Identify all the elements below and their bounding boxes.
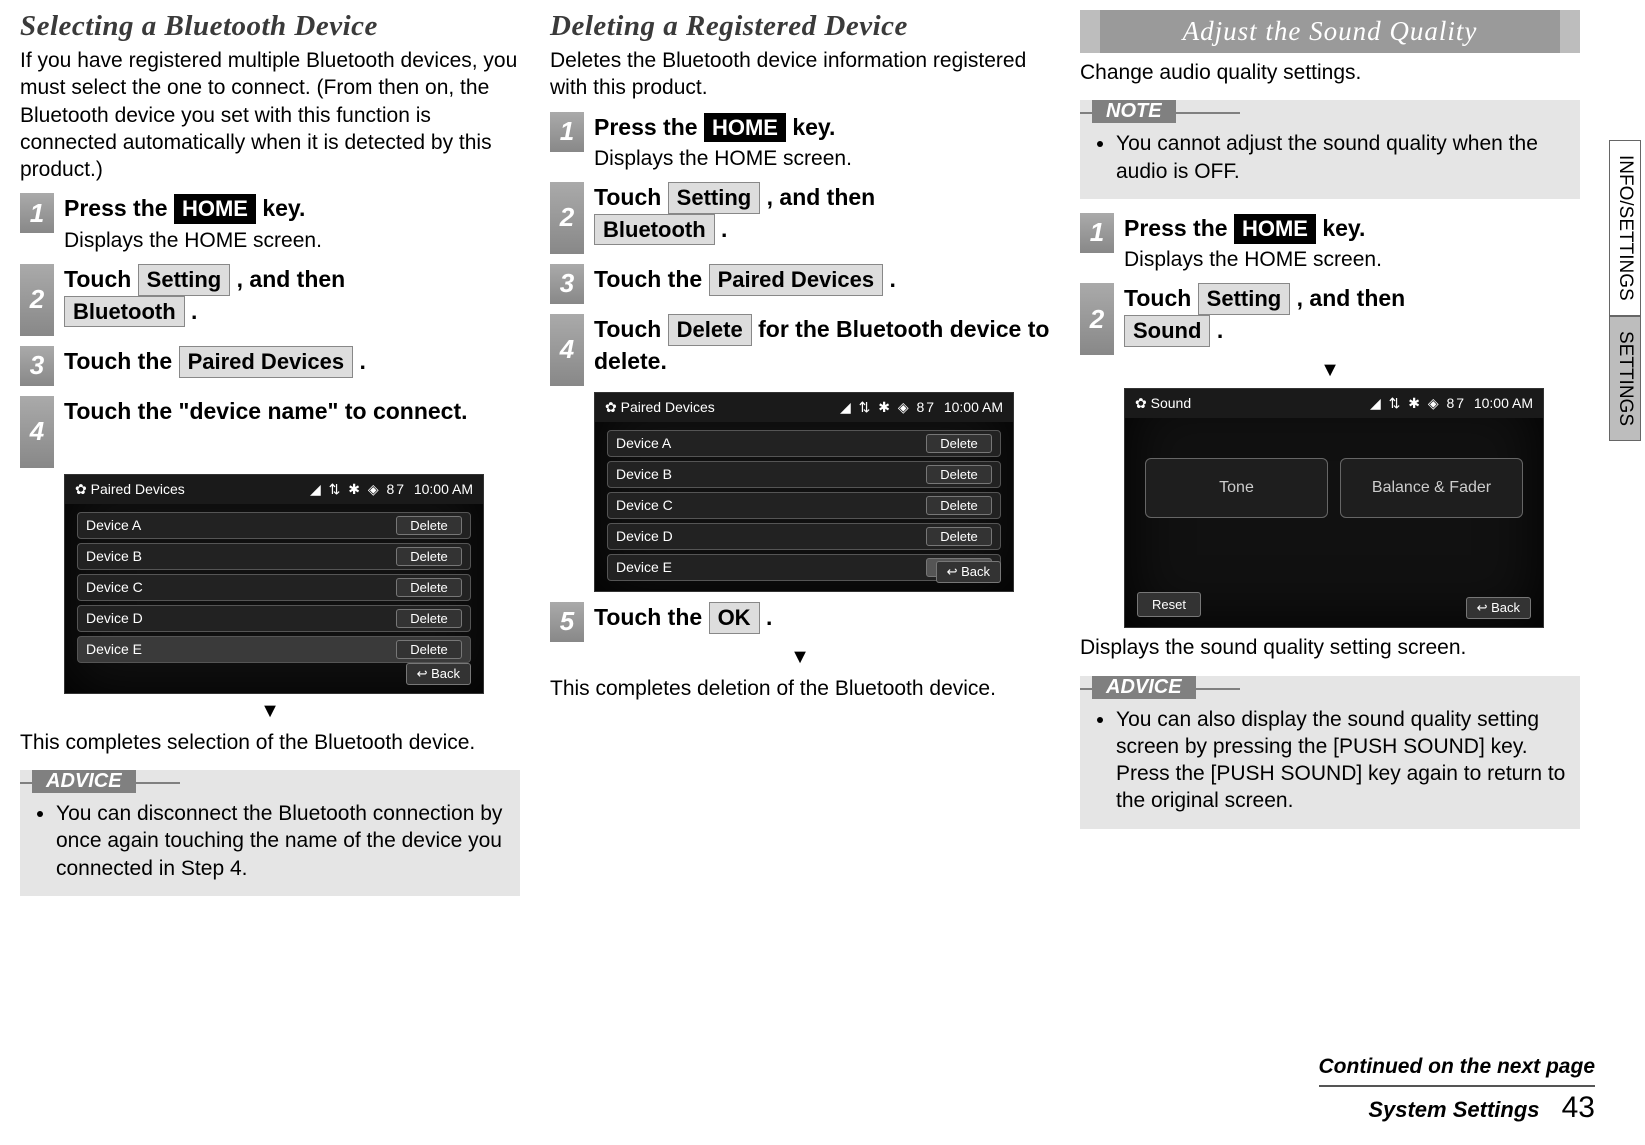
result-text: This completes deletion of the Bluetooth… [550,675,1050,702]
setting-key: Setting [138,264,231,296]
down-arrow-icon: ▼ [20,700,520,723]
delete-button[interactable]: Delete [396,609,462,628]
device-row[interactable]: Device DDelete [607,523,1001,550]
device-row[interactable]: Device EDelete [77,636,471,663]
footer-section: System Settings [1368,1097,1539,1122]
side-tabs: INFO/SETTINGS SETTINGS [1609,140,1641,441]
setting-key: Setting [1198,283,1291,315]
step-1: 1 Press the HOME key. Displays the HOME … [20,193,520,253]
device-row[interactable]: Device DDelete [77,605,471,632]
result-text: This completes selection of the Bluetoot… [20,729,520,756]
screenshot-paired-devices-delete: Paired Devices ◢ ⇅ ✱ ◈ 87 10:00 AM Devic… [594,392,1014,592]
tab-settings[interactable]: SETTINGS [1609,316,1641,441]
delete-button[interactable]: Delete [396,640,462,659]
heading-selecting: Selecting a Bluetooth Device [20,10,520,43]
device-row[interactable]: Device ADelete [607,430,1001,457]
down-arrow-icon: ▼ [550,646,1050,669]
intro-selecting: If you have registered multiple Bluetoot… [20,47,520,183]
heading-deleting: Deleting a Registered Device [550,10,1050,43]
delete-button[interactable]: Delete [396,578,462,597]
screenshot-sound: Sound ◢ ⇅ ✱ ◈ 87 10:00 AM Tone Balance &… [1124,388,1544,628]
tone-button[interactable]: Tone [1145,458,1328,518]
back-button[interactable]: Back [406,663,471,685]
continued-text: Continued on the next page [1319,1055,1596,1079]
delete-key: Delete [668,314,752,346]
tab-info-settings[interactable]: INFO/SETTINGS [1609,140,1641,316]
advice-label: ADVICE [32,770,136,793]
home-key: HOME [704,113,786,143]
device-row[interactable]: Device BDelete [77,543,471,570]
step-3: 3 Touch the Paired Devices . [20,346,520,386]
screenshot-paired-devices-select: Paired Devices ◢ ⇅ ✱ ◈ 87 10:00 AM Devic… [64,474,484,694]
column-sound: Adjust the Sound Quality Change audio qu… [1080,10,1580,910]
delete-button[interactable]: Delete [396,516,462,535]
bluetooth-key: Bluetooth [64,296,185,328]
page-footer: Continued on the next page System Settin… [1319,1055,1596,1125]
column-selecting: Selecting a Bluetooth Device If you have… [20,10,520,910]
ok-key: OK [709,602,760,634]
step-number: 3 [20,346,54,386]
advice-box: ADVICE You can disconnect the Bluetooth … [20,770,520,896]
advice-box: ADVICE You can also display the sound qu… [1080,676,1580,829]
paired-devices-key: Paired Devices [179,346,354,378]
bluetooth-key: Bluetooth [594,214,715,246]
delete-button[interactable]: Delete [926,434,992,453]
note-label: NOTE [1092,100,1176,123]
intro-sound: Change audio quality settings. [1080,59,1580,86]
step-4: 4 Touch the "device name" to connect. [20,396,520,468]
delete-button[interactable]: Delete [396,547,462,566]
home-key: HOME [174,194,256,224]
back-button[interactable]: Back [936,561,1001,583]
heading-sound-quality: Adjust the Sound Quality [1080,10,1580,53]
step-2: 2 Touch Setting , and then Bluetooth . [20,264,520,336]
column-deleting: Deleting a Registered Device Deletes the… [550,10,1050,910]
device-row[interactable]: Device CDelete [77,574,471,601]
down-arrow-icon: ▼ [1080,359,1580,382]
sound-key: Sound [1124,315,1210,347]
balance-fader-button[interactable]: Balance & Fader [1340,458,1523,518]
back-button[interactable]: Back [1466,597,1531,619]
device-row[interactable]: Device ADelete [77,512,471,539]
step-number: 2 [20,264,54,336]
advice-label: ADVICE [1092,676,1196,699]
intro-deleting: Deletes the Bluetooth device information… [550,47,1050,102]
home-key: HOME [1234,214,1316,244]
reset-button[interactable]: Reset [1137,592,1201,617]
step-number: 4 [20,396,54,468]
device-row[interactable]: Device BDelete [607,461,1001,488]
device-row[interactable]: Device CDelete [607,492,1001,519]
delete-button[interactable]: Delete [926,527,992,546]
ss-title: Paired Devices [75,481,185,498]
delete-button[interactable]: Delete [926,496,992,515]
delete-button[interactable]: Delete [926,465,992,484]
page-number: 43 [1562,1091,1595,1124]
step-number: 1 [20,193,54,233]
paired-devices-key: Paired Devices [709,264,884,296]
note-box: NOTE You cannot adjust the sound quality… [1080,100,1580,199]
result-text: Displays the sound quality setting scree… [1080,634,1580,661]
setting-key: Setting [668,182,761,214]
